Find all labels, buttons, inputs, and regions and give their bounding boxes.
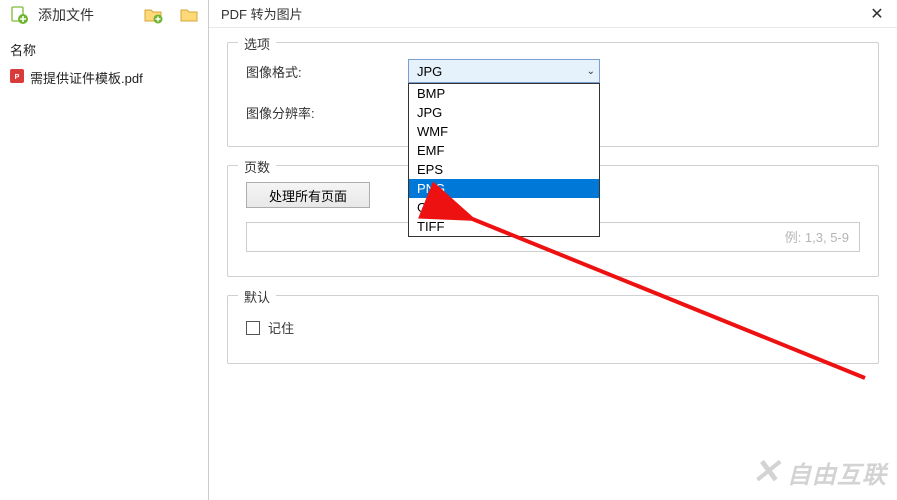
combo-option-emf[interactable]: EMF [409,141,599,160]
options-legend: 选项 [238,34,276,53]
process-all-pages-button[interactable]: 处理所有页面 [246,182,370,208]
pdf-to-image-dialog: PDF 转为图片 ✕ 选项 图像格式: JPG ⌄ BMPJPGWMFEMFEP… [208,0,897,500]
file-name: 需提供证件模板.pdf [30,68,143,87]
format-label: 图像格式: [246,62,408,81]
column-header-name[interactable]: 名称 [4,36,204,64]
combo-option-jpg[interactable]: JPG [409,103,599,122]
add-folder-icon[interactable] [142,4,164,26]
list-item[interactable]: P 需提供证件模板.pdf [4,64,204,91]
add-file-label: 添加文件 [38,5,94,25]
combo-option-wmf[interactable]: WMF [409,122,599,141]
format-dropdown-list: BMPJPGWMFEMFEPSPNGGIFTIFF [408,83,600,237]
watermark-logo: ✕ [752,452,782,492]
default-fieldset: 默认 记住 [227,295,879,364]
resolution-label: 图像分辨率: [246,103,408,122]
add-file-icon[interactable] [8,4,30,26]
watermark: ✕ 自由互联 [752,452,888,492]
remember-label: 记住 [268,318,294,337]
combo-option-eps[interactable]: EPS [409,160,599,179]
add-file-button[interactable]: 添加文件 [38,5,94,25]
combo-option-png[interactable]: PNG [409,179,599,198]
options-fieldset: 选项 图像格式: JPG ⌄ BMPJPGWMFEMFEPSPNGGIFTIFF… [227,42,879,147]
remember-checkbox[interactable] [246,321,260,335]
format-combo[interactable]: JPG ⌄ BMPJPGWMFEMFEPSPNGGIFTIFF [408,59,600,83]
combo-option-bmp[interactable]: BMP [409,84,599,103]
combo-option-tiff[interactable]: TIFF [409,217,599,236]
close-icon[interactable]: ✕ [865,2,889,26]
pages-legend: 页数 [238,157,276,176]
chevron-down-icon: ⌄ [587,66,595,77]
combo-option-gif[interactable]: GIF [409,198,599,217]
file-list-pane: 名称 P 需提供证件模板.pdf [0,30,208,500]
dialog-title: PDF 转为图片 [221,4,303,23]
watermark-text: 自由互联 [787,455,887,490]
combo-selected-value: JPG [417,64,442,79]
svg-text:P: P [15,74,20,81]
toolbar-icon-3[interactable] [178,4,200,26]
default-legend: 默认 [238,287,276,306]
pdf-icon: P [10,69,24,86]
